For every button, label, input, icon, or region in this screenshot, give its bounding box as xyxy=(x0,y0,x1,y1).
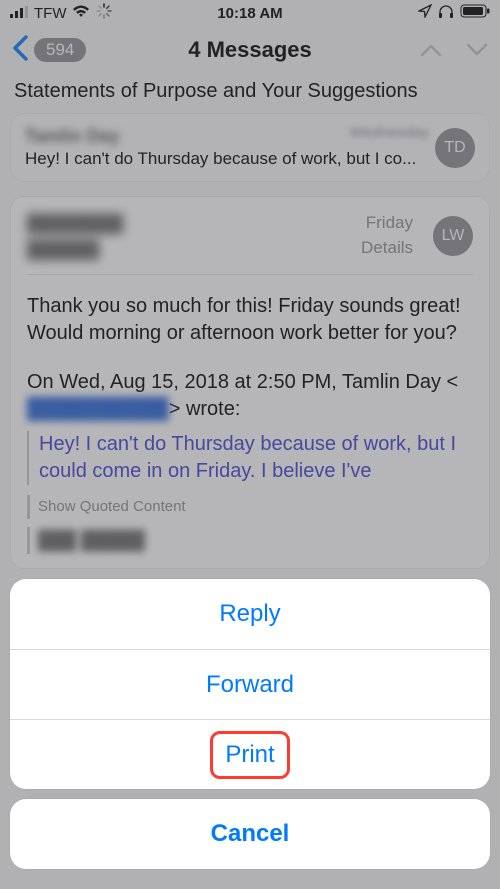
reply-button[interactable]: Reply xyxy=(10,579,490,649)
print-button[interactable]: Print xyxy=(10,719,490,789)
cancel-button[interactable]: Cancel xyxy=(10,799,490,869)
action-sheet: Reply Forward Print Cancel xyxy=(10,579,490,879)
forward-button[interactable]: Forward xyxy=(10,649,490,719)
